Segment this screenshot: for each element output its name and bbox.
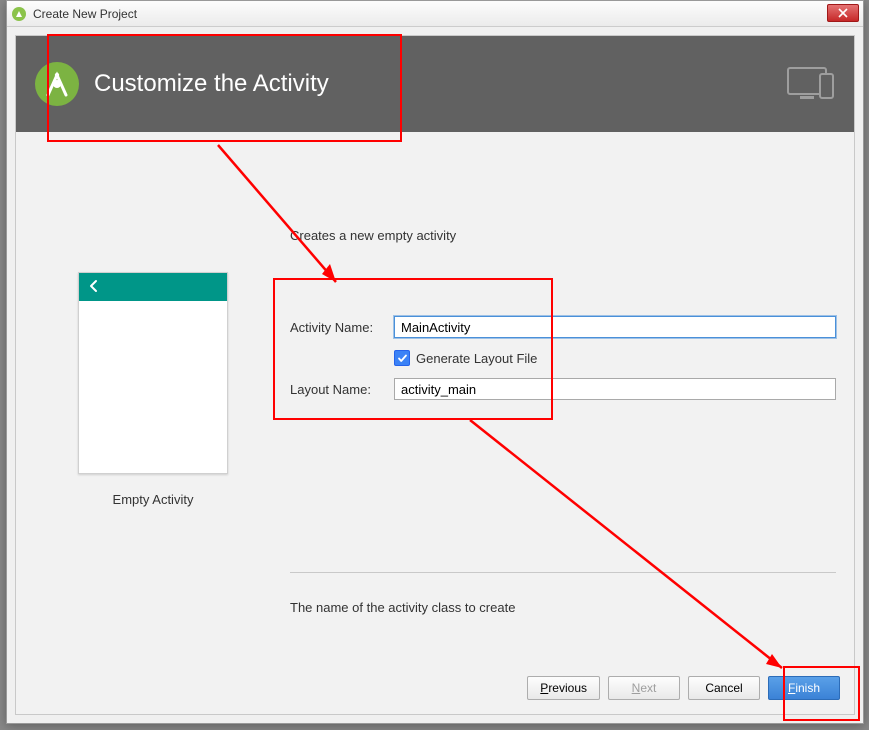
generate-layout-label: Generate Layout File: [416, 351, 537, 366]
wizard-title: Customize the Activity: [94, 70, 329, 98]
dialog-client: Customize the Activity Creates a new emp…: [15, 35, 855, 715]
separator: [290, 572, 836, 573]
layout-name-row: Layout Name:: [290, 378, 836, 400]
next-button: Next: [608, 676, 680, 700]
close-button[interactable]: [827, 4, 859, 22]
button-bar: Previous Next Cancel Finish: [527, 676, 840, 700]
wizard-content: Creates a new empty activity Empty Activ…: [16, 132, 854, 714]
activity-name-label: Activity Name:: [290, 320, 394, 335]
dialog-window: Create New Project Customize the Activit…: [6, 0, 864, 724]
android-studio-logo-icon: [34, 61, 80, 107]
help-text: The name of the activity class to create: [290, 600, 515, 615]
cancel-button[interactable]: Cancel: [688, 676, 760, 700]
window-title: Create New Project: [33, 7, 137, 21]
preview-appbar: [79, 273, 227, 301]
layout-name-label: Layout Name:: [290, 382, 394, 397]
activity-name-row: Activity Name:: [290, 316, 836, 338]
form: Activity Name: Generate Layout File Layo…: [290, 316, 836, 412]
activity-preview: [78, 272, 228, 474]
back-arrow-icon: [87, 279, 101, 296]
form-factor-icon: [786, 64, 836, 107]
previous-button[interactable]: Previous: [527, 676, 600, 700]
preview-caption: Empty Activity: [78, 492, 228, 507]
android-studio-icon: [11, 6, 27, 22]
description-text: Creates a new empty activity: [290, 228, 456, 243]
generate-layout-row: Generate Layout File: [394, 350, 836, 366]
generate-layout-checkbox[interactable]: [394, 350, 410, 366]
wizard-header: Customize the Activity: [16, 36, 854, 132]
layout-name-input[interactable]: [394, 378, 836, 400]
finish-button[interactable]: Finish: [768, 676, 840, 700]
titlebar[interactable]: Create New Project: [7, 1, 863, 27]
activity-name-input[interactable]: [394, 316, 836, 338]
